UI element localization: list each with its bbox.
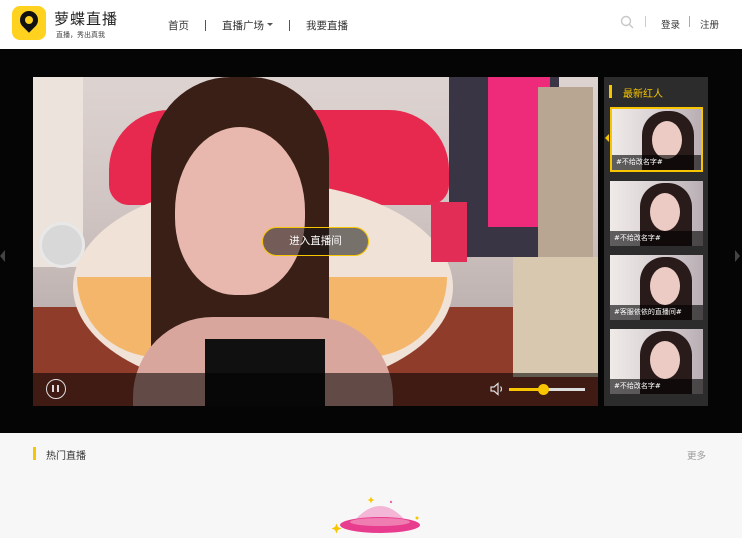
panel-accent-bar (609, 85, 612, 98)
header-divider (689, 16, 690, 27)
volume-icon[interactable] (490, 382, 505, 396)
nav-item-go-live[interactable]: 我要直播 (306, 18, 348, 33)
player-controls (33, 373, 598, 406)
pause-icon[interactable] (46, 379, 66, 399)
latest-star-caption: #客服依依的直播间# (610, 305, 703, 320)
hot-live-section: 热门直播 更多 (0, 433, 742, 538)
latest-star-caption: #不给改名字# (610, 231, 703, 246)
latest-star-thumb[interactable]: #客服依依的直播间# (610, 255, 703, 320)
nav-item-live-square-label: 直播广场 (222, 19, 264, 32)
login-link[interactable]: 登录 (661, 17, 680, 31)
brand-name[interactable]: 萝蝶直播 (54, 8, 118, 29)
enter-room-button[interactable]: 进入直播间 (262, 227, 369, 256)
register-link[interactable]: 注册 (700, 17, 719, 31)
logo-icon[interactable] (12, 6, 46, 40)
latest-star-thumb[interactable]: #不给改名字# (610, 329, 703, 394)
more-link[interactable]: 更多 (687, 448, 706, 462)
latest-star-thumb[interactable]: #不给改名字# (610, 181, 703, 246)
video-streamer-face (175, 127, 305, 295)
search-icon[interactable] (620, 15, 634, 29)
volume-slider[interactable] (509, 384, 585, 395)
chevron-right-icon[interactable] (735, 250, 740, 262)
latest-star-caption: #不给改名字# (612, 155, 701, 170)
nav-divider (205, 19, 206, 31)
main-nav: 首页 直播广场 我要直播 (168, 18, 348, 32)
header-divider (645, 16, 646, 27)
chevron-left-icon[interactable] (0, 250, 5, 262)
video-scene-red-box (431, 202, 467, 262)
video-scene-coat (538, 87, 593, 272)
page-gutter (742, 49, 750, 538)
video-scene-shelf (513, 257, 598, 377)
latest-star-caption: #不给改名字# (610, 379, 703, 394)
latest-stars-panel: 最新红人 #不给改名字# #不给改名字# #客服依依的直播间# #不给改名字# (604, 77, 708, 406)
nav-divider (289, 19, 290, 31)
header: 萝蝶直播 直播，秀出真我 首页 直播广场 我要直播 登录 注册 (0, 0, 750, 49)
section-accent-bar (33, 447, 36, 460)
nav-item-live-square[interactable]: 直播广场 (222, 18, 273, 33)
hot-live-title: 热门直播 (46, 451, 86, 462)
active-item-pointer-icon (605, 134, 609, 142)
chevron-down-icon (267, 23, 273, 26)
nav-item-home[interactable]: 首页 (168, 18, 189, 33)
latest-stars-title: 最新红人 (623, 89, 663, 100)
latest-star-thumb[interactable]: #不给改名字# (610, 107, 703, 172)
volume-slider-handle[interactable] (538, 384, 550, 395)
brand-slogan: 直播，秀出真我 (56, 31, 105, 39)
ufo-icon (331, 496, 420, 534)
